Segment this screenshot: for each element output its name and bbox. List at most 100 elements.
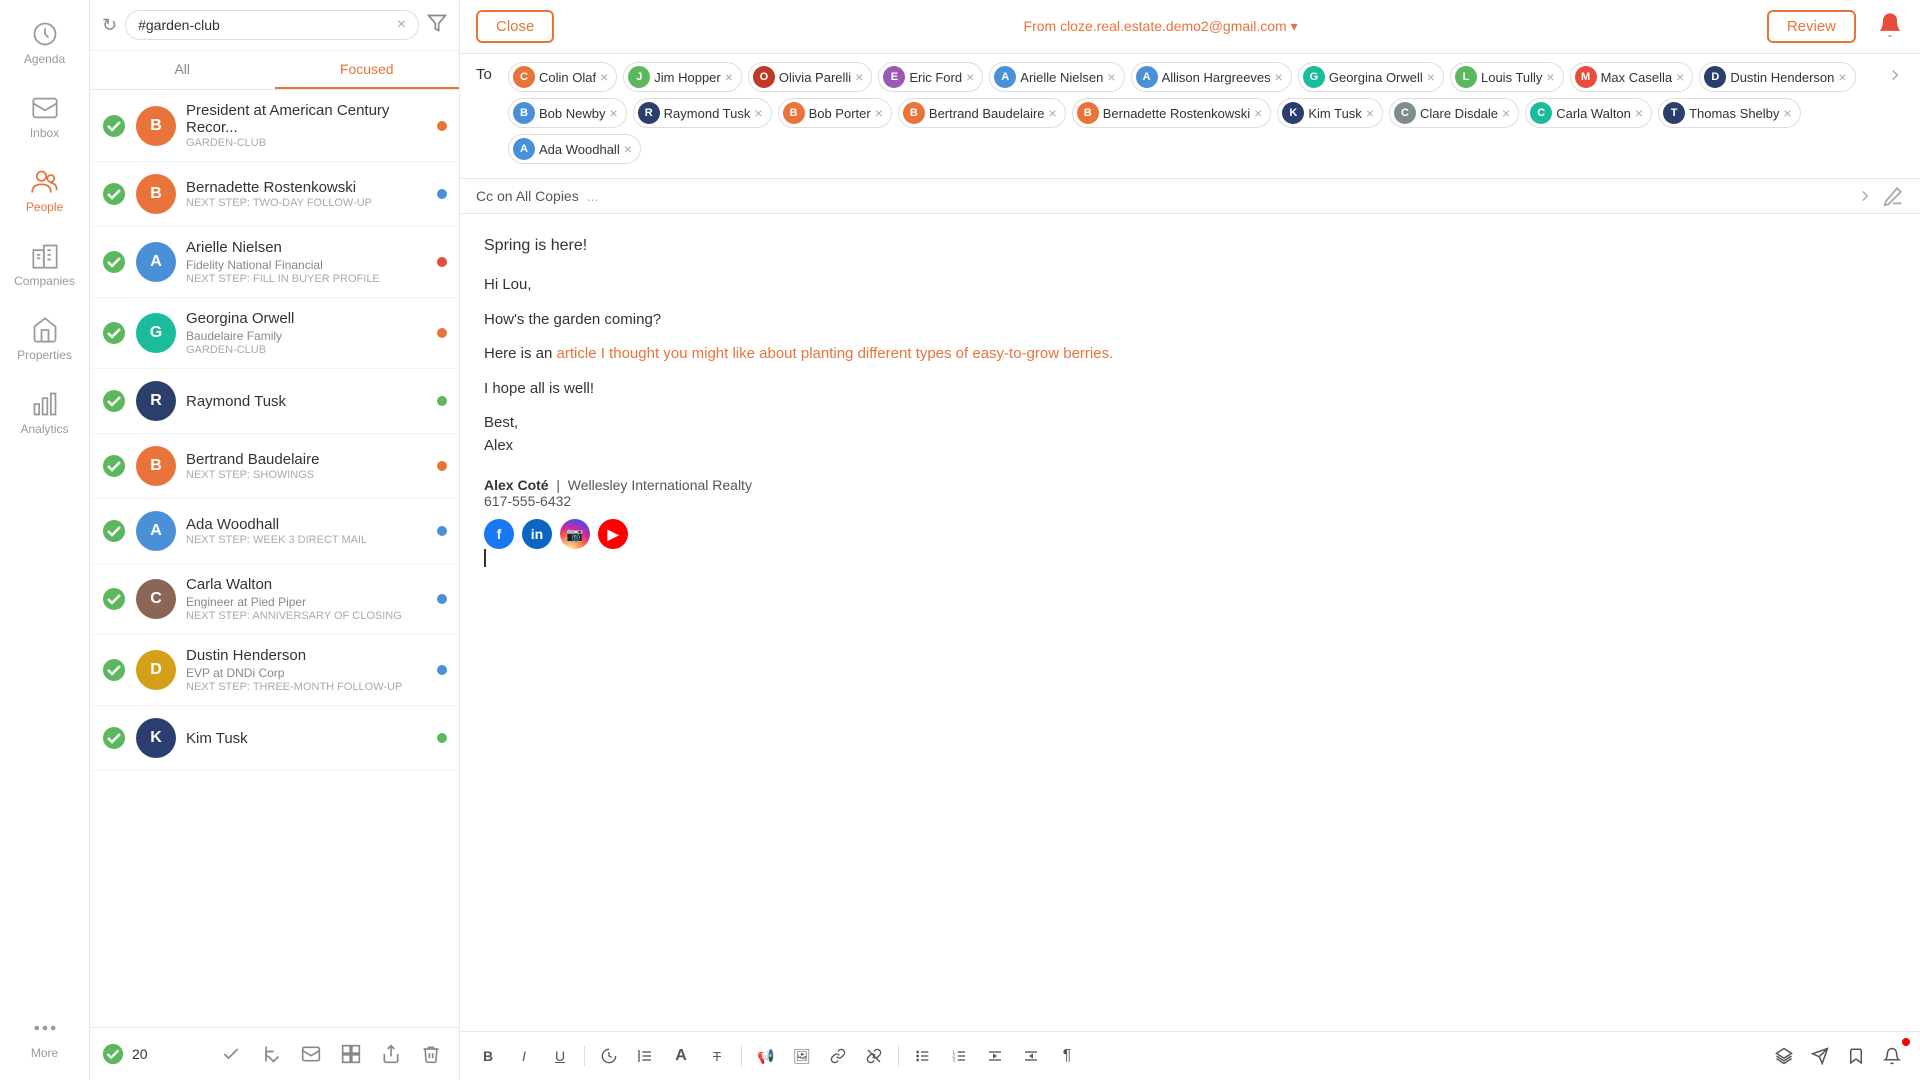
list-item[interactable]: D Dustin Henderson EVP at DNDi Corp NEXT… bbox=[90, 635, 459, 706]
paragraph-button[interactable]: ¶ bbox=[1051, 1040, 1083, 1072]
list-item[interactable]: B Bernadette Rostenkowski NEXT STEP: TWO… bbox=[90, 162, 459, 227]
filter-button[interactable] bbox=[427, 13, 447, 38]
italic-button[interactable]: I bbox=[508, 1040, 540, 1072]
chip-remove-button[interactable]: × bbox=[966, 70, 974, 84]
list-item[interactable]: G Georgina Orwell Baudelaire Family GARD… bbox=[90, 298, 459, 369]
send-button[interactable] bbox=[1804, 1040, 1836, 1072]
chip-remove-button[interactable]: × bbox=[609, 106, 617, 120]
recipient-chip[interactable]: R Raymond Tusk × bbox=[633, 98, 772, 128]
recipient-chip[interactable]: B Bob Newby × bbox=[508, 98, 627, 128]
chip-remove-button[interactable]: × bbox=[1838, 70, 1846, 84]
recipient-chip[interactable]: B Bertrand Baudelaire × bbox=[898, 98, 1066, 128]
sidebar-item-analytics[interactable]: Analytics bbox=[0, 380, 89, 446]
outdent-button[interactable] bbox=[979, 1040, 1011, 1072]
bold-button[interactable]: B bbox=[472, 1040, 504, 1072]
tab-all[interactable]: All bbox=[90, 51, 275, 89]
recipient-chip[interactable]: C Colin Olaf × bbox=[508, 62, 617, 92]
youtube-icon[interactable]: ▶ bbox=[598, 519, 628, 549]
chip-remove-button[interactable]: × bbox=[1049, 106, 1057, 120]
chip-remove-button[interactable]: × bbox=[725, 70, 733, 84]
recipient-chip[interactable]: C Carla Walton × bbox=[1525, 98, 1652, 128]
chip-remove-button[interactable]: × bbox=[1546, 70, 1554, 84]
chip-remove-button[interactable]: × bbox=[1676, 70, 1684, 84]
list-item[interactable]: B Bertrand Baudelaire NEXT STEP: SHOWING… bbox=[90, 434, 459, 499]
email-button[interactable] bbox=[295, 1038, 327, 1070]
sidebar-item-people[interactable]: People bbox=[0, 158, 89, 224]
recipient-chip[interactable]: M Max Casella × bbox=[1570, 62, 1694, 92]
sidebar-item-agenda[interactable]: Agenda bbox=[0, 10, 89, 76]
pencil-icon[interactable] bbox=[1882, 185, 1904, 207]
check-all-button[interactable] bbox=[215, 1038, 247, 1070]
chip-remove-button[interactable]: × bbox=[754, 106, 762, 120]
search-input[interactable] bbox=[138, 17, 397, 33]
recipient-chip[interactable]: K Kim Tusk × bbox=[1277, 98, 1383, 128]
chip-remove-button[interactable]: × bbox=[1783, 106, 1791, 120]
lineheight-button[interactable] bbox=[629, 1040, 661, 1072]
sidebar-item-inbox[interactable]: Inbox bbox=[0, 84, 89, 150]
grid-button[interactable] bbox=[335, 1038, 367, 1070]
list-item[interactable]: A Arielle Nielsen Fidelity National Fina… bbox=[90, 227, 459, 298]
sidebar-item-properties[interactable]: Properties bbox=[0, 306, 89, 372]
layers-button[interactable] bbox=[1768, 1040, 1800, 1072]
refresh-button[interactable]: ↻ bbox=[102, 15, 117, 36]
ordered-list-button[interactable]: 1.2.3. bbox=[943, 1040, 975, 1072]
unordered-list-button[interactable] bbox=[907, 1040, 939, 1072]
recipient-chip[interactable]: O Olivia Parelli × bbox=[748, 62, 872, 92]
recipients-collapse[interactable] bbox=[1886, 62, 1904, 84]
chip-remove-button[interactable]: × bbox=[1427, 70, 1435, 84]
chip-remove-button[interactable]: × bbox=[600, 70, 608, 84]
delete-button[interactable] bbox=[415, 1038, 447, 1070]
chip-remove-button[interactable]: × bbox=[624, 142, 632, 156]
fork-button[interactable] bbox=[255, 1038, 287, 1070]
megaphone-button[interactable]: 📢 bbox=[750, 1040, 782, 1072]
strikethrough-button[interactable]: T bbox=[701, 1040, 733, 1072]
dropdown-icon[interactable]: ▾ bbox=[1291, 18, 1298, 34]
bookmark-button[interactable] bbox=[1840, 1040, 1872, 1072]
sidebar-item-companies[interactable]: Companies bbox=[0, 232, 89, 298]
recipient-chip[interactable]: E Eric Ford × bbox=[878, 62, 983, 92]
list-item[interactable]: B President at American Century Recor...… bbox=[90, 90, 459, 162]
recipient-chip[interactable]: A Arielle Nielsen × bbox=[989, 62, 1124, 92]
recipient-chip[interactable]: G Georgina Orwell × bbox=[1298, 62, 1444, 92]
review-button[interactable]: Review bbox=[1767, 10, 1856, 43]
notification-bell-icon[interactable] bbox=[1876, 11, 1904, 39]
facebook-icon[interactable]: f bbox=[484, 519, 514, 549]
recipient-chip[interactable]: J Jim Hopper × bbox=[623, 62, 742, 92]
color-button[interactable] bbox=[593, 1040, 625, 1072]
recipient-chip[interactable]: L Louis Tully × bbox=[1450, 62, 1564, 92]
chip-remove-button[interactable]: × bbox=[855, 70, 863, 84]
recipient-chip[interactable]: B Bob Porter × bbox=[778, 98, 892, 128]
unlink-button[interactable] bbox=[858, 1040, 890, 1072]
image-button[interactable]: 🖼 bbox=[786, 1040, 818, 1072]
chip-remove-button[interactable]: × bbox=[875, 106, 883, 120]
chip-remove-button[interactable]: × bbox=[1107, 70, 1115, 84]
recipient-chip[interactable]: T Thomas Shelby × bbox=[1658, 98, 1801, 128]
list-item[interactable]: A Ada Woodhall NEXT STEP: WEEK 3 DIRECT … bbox=[90, 499, 459, 564]
font-button[interactable]: A bbox=[665, 1040, 697, 1072]
sidebar-item-more[interactable]: More bbox=[0, 1004, 89, 1070]
list-item[interactable]: R Raymond Tusk bbox=[90, 369, 459, 434]
email-body[interactable]: Spring is here! Hi Lou, How's the garden… bbox=[460, 214, 1920, 1031]
list-item[interactable]: K Kim Tusk bbox=[90, 706, 459, 771]
linkedin-icon[interactable]: in bbox=[522, 519, 552, 549]
recipient-chip[interactable]: A Ada Woodhall × bbox=[508, 134, 641, 164]
recipient-chip[interactable]: C Clare Disdale × bbox=[1389, 98, 1519, 128]
link-button[interactable] bbox=[822, 1040, 854, 1072]
instagram-icon[interactable]: 📷 bbox=[560, 519, 590, 549]
tab-focused[interactable]: Focused bbox=[275, 51, 460, 89]
close-button[interactable]: Close bbox=[476, 10, 554, 43]
article-link[interactable]: article I thought you might like about p… bbox=[557, 345, 1114, 362]
list-item[interactable]: C Carla Walton Engineer at Pied Piper NE… bbox=[90, 564, 459, 635]
recipient-chip[interactable]: B Bernadette Rostenkowski × bbox=[1072, 98, 1272, 128]
clear-search-button[interactable]: × bbox=[397, 16, 406, 34]
chip-remove-button[interactable]: × bbox=[1254, 106, 1262, 120]
chip-remove-button[interactable]: × bbox=[1366, 106, 1374, 120]
indent-button[interactable] bbox=[1015, 1040, 1047, 1072]
chip-remove-button[interactable]: × bbox=[1502, 106, 1510, 120]
chip-remove-button[interactable]: × bbox=[1275, 70, 1283, 84]
cc-collapse-icon[interactable] bbox=[1856, 187, 1874, 205]
recipient-chip[interactable]: A Allison Hargreeves × bbox=[1131, 62, 1292, 92]
alert-button[interactable] bbox=[1876, 1040, 1908, 1072]
underline-button[interactable]: U bbox=[544, 1040, 576, 1072]
recipient-chip[interactable]: D Dustin Henderson × bbox=[1699, 62, 1855, 92]
